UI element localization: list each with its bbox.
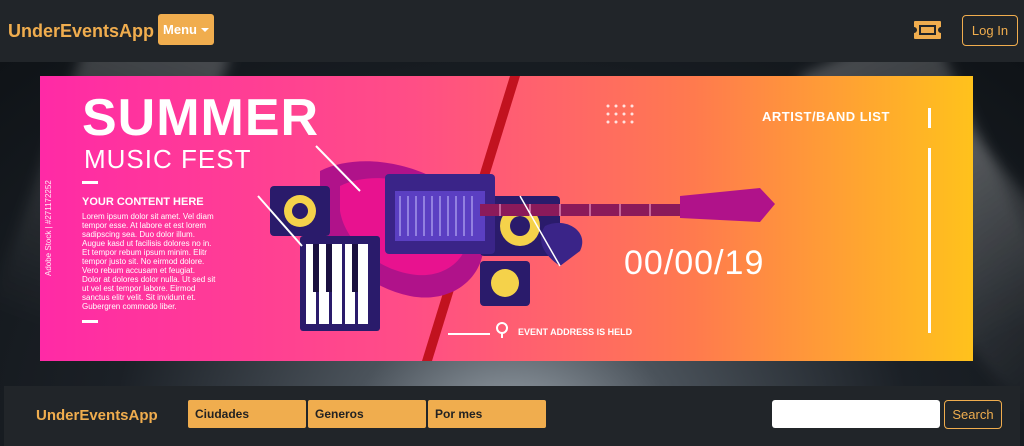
- banner-subtitle: MUSIC FEST: [84, 144, 252, 174]
- banner-address: EVENT ADDRESS IS HELD: [518, 327, 633, 337]
- navbar-brand[interactable]: UnderEventsApp: [8, 20, 154, 42]
- banner-body-text: Lorem ipsum dolor sit amet. Vel diam tem…: [82, 212, 216, 311]
- menu-label: Menu: [163, 22, 197, 37]
- banner-date: 00/00/19: [624, 244, 765, 282]
- banner-artist-list: ARTIST/BAND LIST: [762, 109, 890, 124]
- search-input[interactable]: [772, 400, 940, 428]
- top-navbar: UnderEventsApp Menu Log In: [0, 0, 1024, 62]
- ticket-icon[interactable]: [912, 19, 943, 41]
- event-banner-image: SUMMER MUSIC FEST YOUR CONTENT HERE Lore…: [40, 76, 973, 361]
- filter-bar: UnderEventsApp Ciudades Generos Por mes …: [4, 386, 1020, 446]
- banner-stock-id: Adobe Stock | #271172252: [44, 180, 53, 276]
- caret-down-icon: [200, 28, 209, 32]
- footer-brand[interactable]: UnderEventsApp: [36, 407, 158, 424]
- generos-dropdown[interactable]: Generos: [308, 400, 426, 428]
- login-button[interactable]: Log In: [962, 15, 1018, 46]
- banner-title: SUMMER: [82, 89, 320, 147]
- search-button[interactable]: Search: [944, 400, 1002, 429]
- por-mes-dropdown[interactable]: Por mes: [428, 400, 546, 428]
- banner-content-heading: YOUR CONTENT HERE: [82, 196, 204, 208]
- ciudades-dropdown[interactable]: Ciudades: [188, 400, 306, 428]
- menu-dropdown-button[interactable]: Menu: [158, 14, 214, 45]
